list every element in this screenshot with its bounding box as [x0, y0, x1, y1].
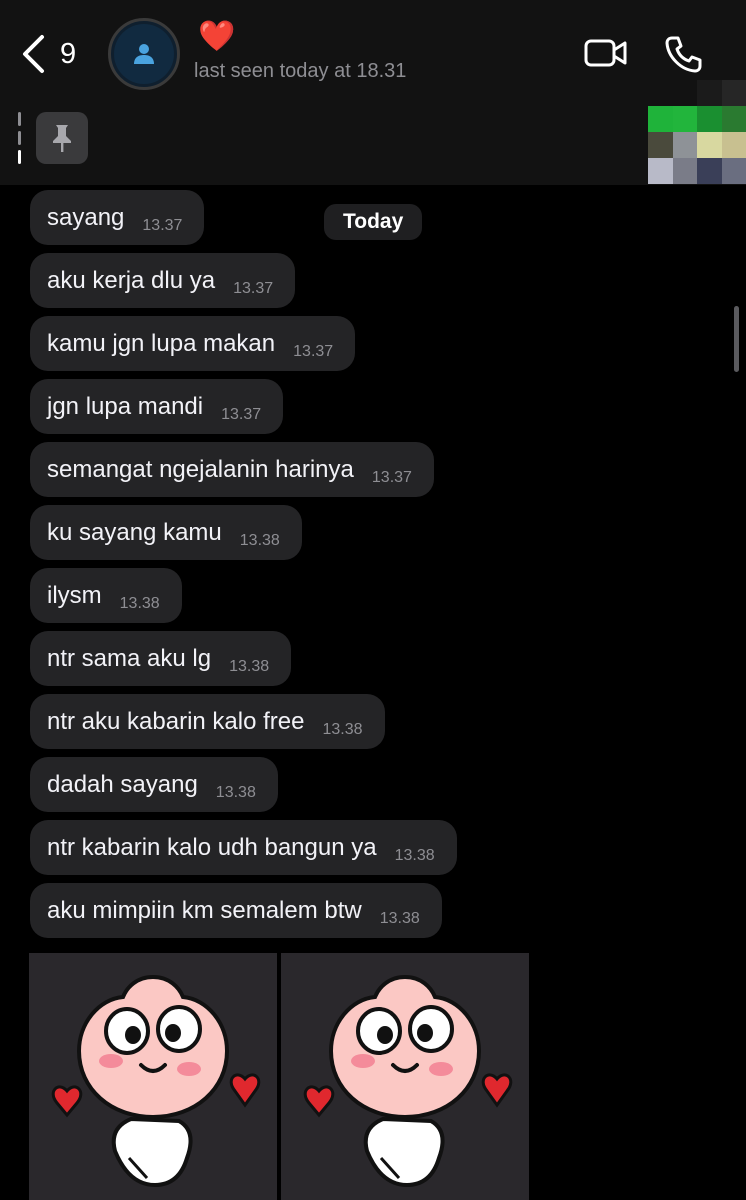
- scrollbar[interactable]: [734, 306, 739, 372]
- message-bubble[interactable]: aku mimpiin km semalem btw 13.38: [30, 883, 442, 938]
- peach-character-sticker-icon: [303, 974, 513, 1188]
- sticker-message[interactable]: [29, 953, 277, 1200]
- message-bubble[interactable]: ilysm 13.38: [30, 568, 182, 623]
- chevron-left-icon: [23, 35, 44, 73]
- message-time: 13.37: [371, 469, 412, 486]
- message-bubble[interactable]: sayang 13.37: [30, 190, 205, 245]
- message-text: ntr aku kabarin kalo free: [47, 708, 305, 735]
- message-time: 13.38: [229, 658, 270, 675]
- message-bubble[interactable]: kamu jgn lupa makan 13.37: [30, 316, 356, 371]
- pin-icon: [53, 125, 71, 152]
- message-text: dadah sayang: [47, 771, 198, 798]
- message-bubble[interactable]: dadah sayang 13.38: [30, 757, 278, 812]
- message-bubble[interactable]: ntr aku kabarin kalo free 13.38: [30, 694, 385, 749]
- contact-name[interactable]: ❤️: [198, 22, 235, 52]
- message-text: semangat ngejalanin harinya: [47, 456, 354, 483]
- message-text: ntr kabarin kalo udh bangun ya: [47, 834, 377, 861]
- message-time: 13.37: [293, 343, 334, 360]
- message-bubble[interactable]: ku sayang kamu 13.38: [30, 505, 302, 560]
- peach-character-sticker-icon: [51, 974, 261, 1188]
- sticker-message[interactable]: [281, 953, 529, 1200]
- message-bubble[interactable]: ntr kabarin kalo udh bangun ya 13.38: [30, 820, 457, 875]
- person-icon: [134, 44, 154, 64]
- message-time: 13.37: [221, 406, 262, 423]
- message-time: 13.38: [394, 847, 435, 864]
- back-button[interactable]: 9: [20, 34, 76, 74]
- phone-icon: [665, 36, 702, 73]
- video-camera-icon: [584, 39, 627, 67]
- message-bubble[interactable]: jgn lupa mandi 13.37: [30, 379, 284, 434]
- pinned-preview-thumbnail[interactable]: [648, 80, 746, 184]
- message-text: aku kerja dlu ya: [47, 267, 216, 294]
- message-bubble[interactable]: semangat ngejalanin harinya 13.37: [30, 442, 434, 497]
- message-text: jgn lupa mandi: [47, 393, 204, 420]
- message-time: 13.38: [379, 910, 420, 927]
- message-text: ntr sama aku lg: [47, 645, 212, 672]
- unread-count: 9: [60, 37, 77, 70]
- message-text: sayang: [47, 204, 125, 231]
- message-time: 13.38: [239, 532, 280, 549]
- message-time: 13.37: [142, 217, 183, 234]
- chat-header: 9 ❤️ last seen today at 18.31: [0, 0, 746, 185]
- avatar[interactable]: [108, 18, 180, 90]
- message-text: ku sayang kamu: [47, 519, 222, 546]
- message-bubble[interactable]: ntr sama aku lg 13.38: [30, 631, 292, 686]
- message-time: 13.38: [322, 721, 363, 738]
- message-time: 13.38: [119, 595, 160, 612]
- voice-call-button[interactable]: [664, 34, 704, 79]
- message-text: ilysm: [47, 582, 102, 609]
- message-time: 13.38: [215, 784, 256, 801]
- last-seen-status: last seen today at 18.31: [194, 60, 407, 82]
- video-call-button[interactable]: [584, 38, 628, 73]
- message-time: 13.37: [233, 280, 274, 297]
- message-list: sayang 13.37 aku kerja dlu ya 13.37 kamu…: [30, 190, 457, 946]
- message-text: kamu jgn lupa makan: [47, 330, 276, 357]
- message-bubble[interactable]: aku kerja dlu ya 13.37: [30, 253, 296, 308]
- pinned-message-button[interactable]: [36, 112, 88, 164]
- message-text: aku mimpiin km semalem btw: [47, 897, 362, 924]
- pinned-indicator: [18, 112, 22, 166]
- sticker-row: [29, 953, 529, 1200]
